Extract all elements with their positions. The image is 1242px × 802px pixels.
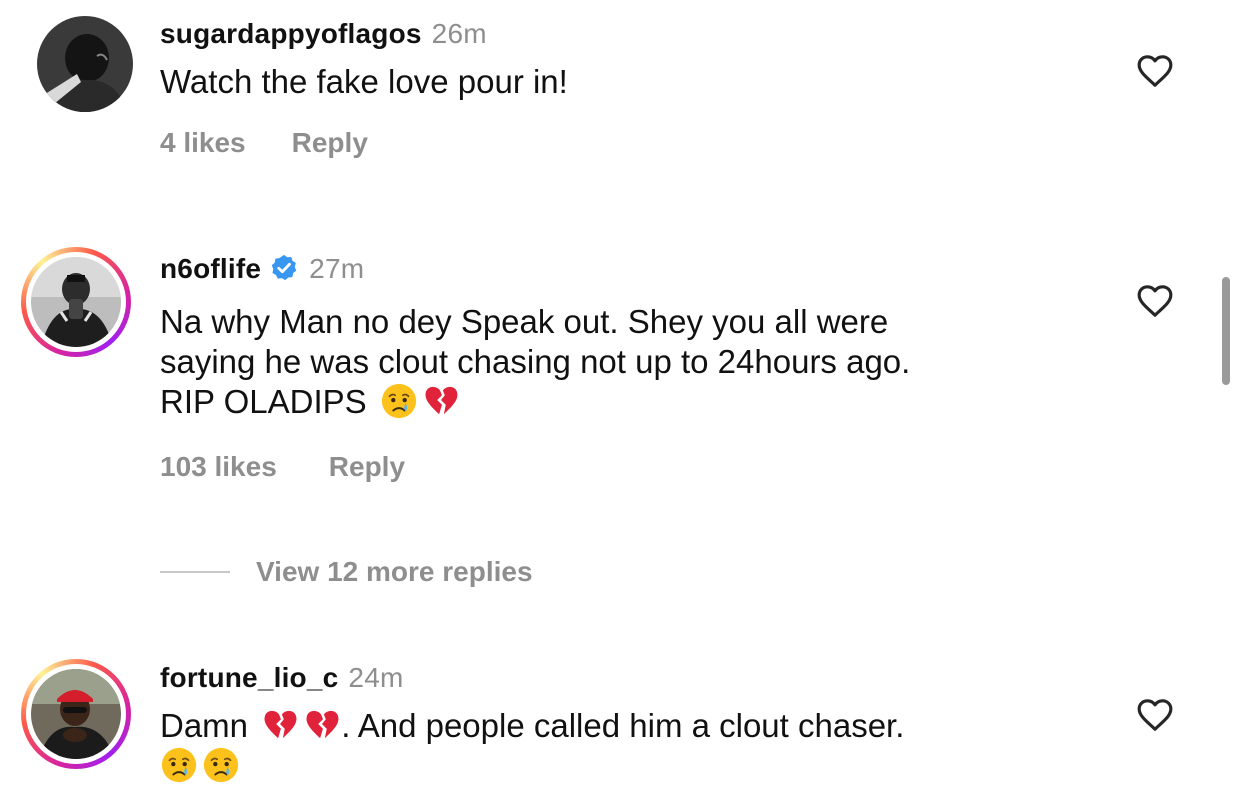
crying-face-emoji xyxy=(160,746,198,784)
avatar-photo xyxy=(31,257,121,347)
scrollbar[interactable] xyxy=(1222,277,1230,385)
comment-line: Watch the fake love pour in! xyxy=(160,63,568,100)
timestamp: 24m xyxy=(348,662,404,693)
comment-line: Damn . And people called him a clout cha… xyxy=(160,706,1060,746)
timestamp: 27m xyxy=(309,253,365,284)
avatar-ring-gap xyxy=(26,252,126,352)
comment-line xyxy=(160,746,1060,786)
comment-line: Na why Man no dey Speak out. Shey you al… xyxy=(160,303,889,340)
heart-icon[interactable] xyxy=(1135,281,1175,321)
comment-line: RIP OLADIPS xyxy=(160,382,1060,422)
heart-icon[interactable] xyxy=(1135,695,1175,735)
username[interactable]: fortune_lio_c 24m xyxy=(160,662,404,694)
broken-heart-emoji xyxy=(303,706,341,744)
comment-line-text: . And people called him a clout chaser. xyxy=(341,707,905,744)
verified-badge-icon xyxy=(271,254,297,281)
username-text[interactable]: sugardappyoflagos xyxy=(160,18,422,49)
timestamp: 26m xyxy=(431,18,487,49)
reply-button[interactable]: Reply xyxy=(292,127,368,158)
username[interactable]: n6oflife 27m xyxy=(160,253,364,285)
comment-actions: 4 likes Reply xyxy=(160,127,368,159)
divider xyxy=(160,571,230,573)
comment-line-text: Damn xyxy=(160,707,249,744)
reply-button[interactable]: Reply xyxy=(329,451,405,482)
comment-actions: 103 likes Reply xyxy=(160,451,405,483)
broken-heart-emoji xyxy=(422,382,460,420)
likes-count[interactable]: 4 likes xyxy=(160,127,246,158)
view-more-replies[interactable]: View 12 more replies xyxy=(160,555,533,589)
comment-text: Damn . And people called him a clout cha… xyxy=(160,706,1060,786)
comment-line: saying he was clout chasing not up to 24… xyxy=(160,343,911,380)
avatar[interactable] xyxy=(37,16,133,112)
avatar[interactable] xyxy=(21,247,131,357)
crying-face-emoji xyxy=(380,382,418,420)
view-more-replies-label[interactable]: View 12 more replies xyxy=(256,556,533,588)
username-text[interactable]: n6oflife xyxy=(160,253,261,284)
crying-face-emoji xyxy=(202,746,240,784)
username-text[interactable]: fortune_lio_c xyxy=(160,662,338,693)
avatar-ring-gap xyxy=(26,664,126,764)
broken-heart-emoji xyxy=(261,706,299,744)
avatar-photo xyxy=(37,16,133,112)
comment-text: Na why Man no dey Speak out. Shey you al… xyxy=(160,302,1060,422)
comment-text: Watch the fake love pour in! xyxy=(160,62,1060,102)
comment-line-text: RIP OLADIPS xyxy=(160,383,367,420)
avatar[interactable] xyxy=(21,659,131,769)
avatar-photo xyxy=(31,669,121,759)
heart-icon[interactable] xyxy=(1135,51,1175,91)
username[interactable]: sugardappyoflagos 26m xyxy=(160,18,487,50)
likes-count[interactable]: 103 likes xyxy=(160,451,277,482)
